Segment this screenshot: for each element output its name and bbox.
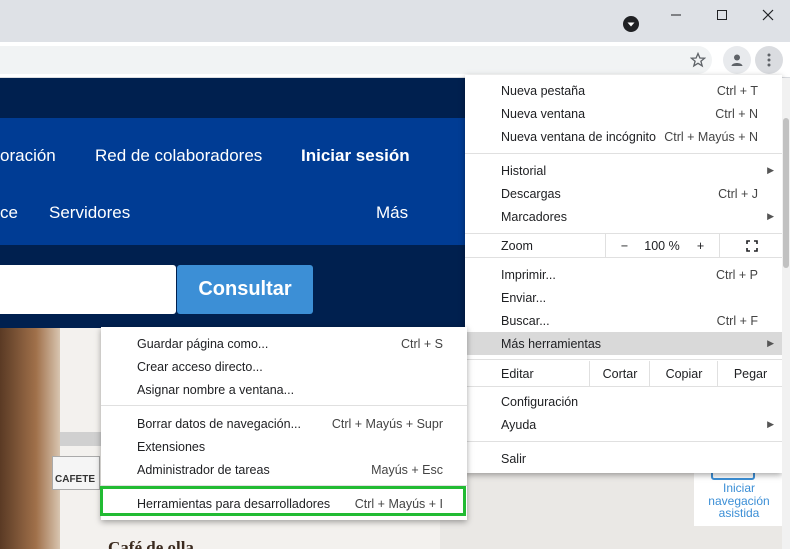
tab-search-icon[interactable] bbox=[623, 16, 639, 32]
nav-link-exploracion[interactable]: oración bbox=[0, 146, 56, 166]
assist-text-line3: asistida bbox=[718, 506, 760, 520]
menu-item-bookmarks[interactable]: Marcadores ▶ bbox=[465, 205, 782, 228]
nav-link-servidores[interactable]: Servidores bbox=[49, 203, 130, 223]
copy-button[interactable]: Copiar bbox=[649, 361, 718, 386]
profile-avatar-icon[interactable] bbox=[723, 46, 751, 74]
menu-item-send[interactable]: Enviar... bbox=[465, 286, 782, 309]
menu-item-new-tab[interactable]: Nueva pestaña Ctrl + T bbox=[465, 79, 782, 102]
menu-item-help[interactable]: Ayuda ▶ bbox=[465, 413, 782, 436]
menu-item-new-window[interactable]: Nueva ventana Ctrl + N bbox=[465, 102, 782, 125]
zoom-in-button[interactable]: + bbox=[682, 234, 719, 257]
menu-item-exit[interactable]: Salir bbox=[465, 447, 782, 470]
submenu-arrow-icon: ▶ bbox=[767, 165, 774, 175]
submenu-item-clear-data[interactable]: Borrar datos de navegación... Ctrl + Mayú… bbox=[101, 412, 467, 435]
assist-text-line1: Iniciar bbox=[722, 481, 755, 495]
address-bar[interactable] bbox=[0, 46, 712, 74]
bookmark-star-icon[interactable] bbox=[684, 46, 712, 74]
close-icon[interactable] bbox=[746, 0, 790, 30]
highlight-box bbox=[100, 486, 466, 516]
submenu-item-task-manager[interactable]: Administrador de tareas Mayús + Esc bbox=[101, 458, 467, 481]
site-search-input[interactable] bbox=[0, 265, 176, 314]
consult-button[interactable]: Consultar bbox=[177, 265, 313, 314]
zoom-level: 100 % bbox=[644, 238, 680, 253]
menu-item-print[interactable]: Imprimir... Ctrl + P bbox=[465, 263, 782, 286]
menu-item-incognito[interactable]: Nueva ventana de incógnito Ctrl + Mayús +… bbox=[465, 125, 782, 148]
maximize-icon[interactable] bbox=[700, 0, 744, 30]
hero-title: Café de olla bbox=[108, 538, 194, 549]
cut-button[interactable]: Cortar bbox=[589, 361, 650, 386]
paste-button[interactable]: Pegar bbox=[717, 361, 783, 386]
menu-item-settings[interactable]: Configuración bbox=[465, 390, 782, 413]
chrome-menu-icon[interactable] bbox=[755, 46, 783, 74]
submenu-item-save-page[interactable]: Guardar página como... Ctrl + S bbox=[101, 332, 467, 355]
minimize-icon[interactable] bbox=[654, 0, 698, 30]
browser-titlebar bbox=[0, 0, 790, 42]
submenu-arrow-icon: ▶ bbox=[767, 211, 774, 221]
nav-link-mas[interactable]: Más bbox=[376, 203, 408, 223]
cafeteria-sign: CAFETE bbox=[52, 456, 100, 490]
submenu-arrow-icon: ▶ bbox=[767, 419, 774, 429]
menu-item-history[interactable]: Historial ▶ bbox=[465, 159, 782, 182]
menu-item-downloads[interactable]: Descargas Ctrl + J bbox=[465, 182, 782, 205]
submenu-item-name-window[interactable]: Asignar nombre a ventana... bbox=[101, 378, 467, 401]
fullscreen-icon[interactable] bbox=[719, 234, 783, 257]
page-scrollbar[interactable] bbox=[782, 78, 790, 549]
submenu-item-extensions[interactable]: Extensiones bbox=[101, 435, 467, 458]
nav-link-red-colaboradores[interactable]: Red de colaboradores bbox=[95, 146, 262, 166]
nav-link-iniciar-sesion[interactable]: Iniciar sesión bbox=[301, 146, 410, 166]
submenu-arrow-icon: ▶ bbox=[767, 338, 774, 348]
menu-zoom-row: Zoom − 100 % + bbox=[465, 234, 782, 257]
chrome-main-menu: Nueva pestaña Ctrl + T Nueva ventana Ctrl … bbox=[465, 75, 782, 473]
submenu-item-create-shortcut[interactable]: Crear acceso directo... bbox=[101, 355, 467, 378]
menu-edit-row: Editar Cortar Copiar Pegar bbox=[465, 361, 782, 386]
menu-item-more-tools[interactable]: Más herramientas ▶ bbox=[465, 332, 782, 355]
zoom-out-button[interactable]: − bbox=[605, 234, 643, 257]
nav-link-partial[interactable]: ce bbox=[0, 203, 18, 223]
menu-item-find[interactable]: Buscar... Ctrl + F bbox=[465, 309, 782, 332]
scrollbar-thumb[interactable] bbox=[783, 118, 789, 268]
